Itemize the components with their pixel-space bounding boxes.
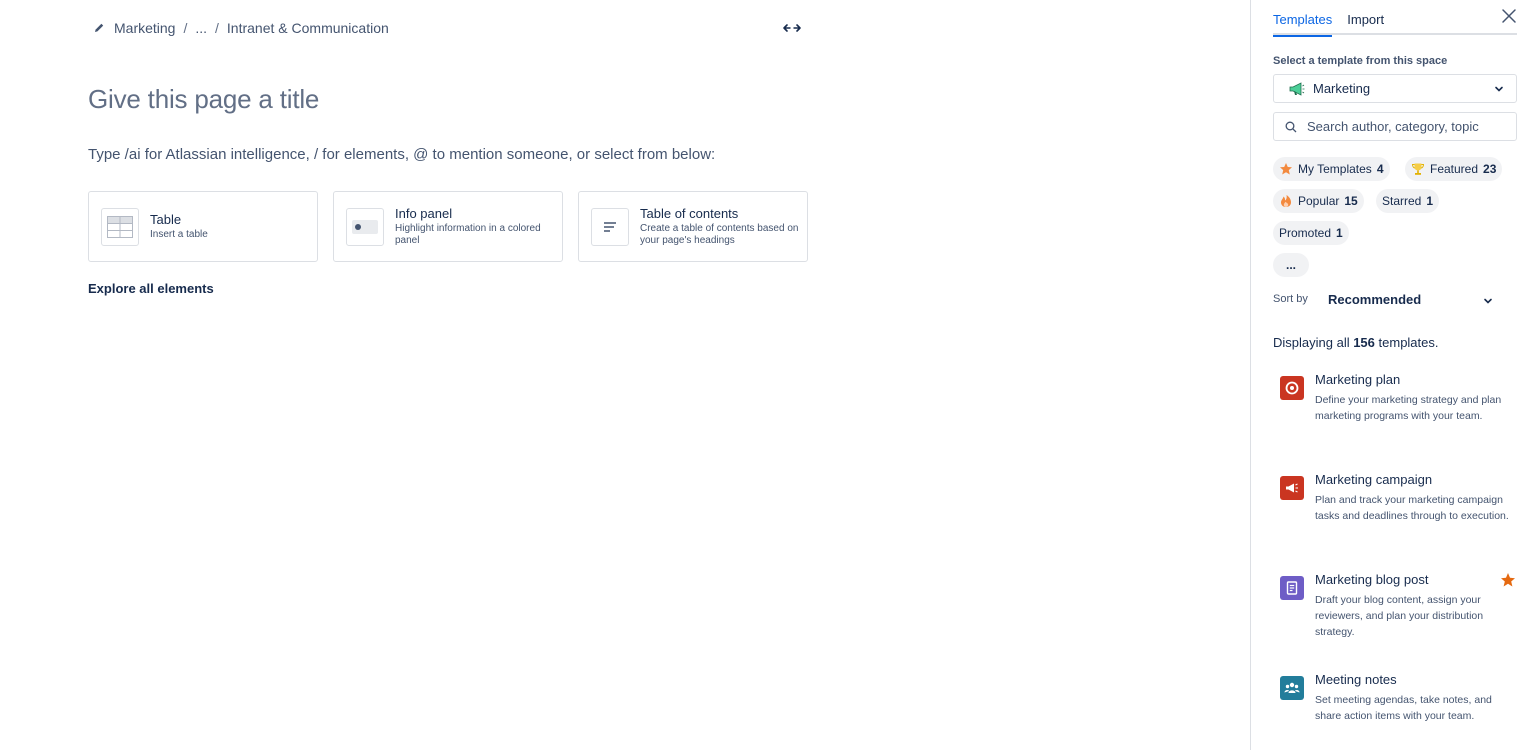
card-description: Insert a table [150, 229, 208, 240]
card-description: Highlight information in a colored panel [395, 223, 541, 246]
display-count-prefix: Displaying all [1273, 335, 1354, 350]
filter-starred[interactable]: Starred 1 [1376, 189, 1440, 213]
templates-panel: Templates Import Select a template from … [1250, 0, 1536, 750]
filter-my-templates[interactable]: My Templates 4 [1273, 157, 1390, 181]
template-item-marketing-blog-post[interactable]: Marketing blog post Draft your blog cont… [1280, 572, 1515, 652]
template-description: Define your marketing strategy and plan … [1315, 394, 1502, 422]
breadcrumb-item-ellipsis[interactable]: ... [195, 20, 207, 36]
panel-tabs: Templates Import [1273, 0, 1517, 37]
megaphone-icon [1280, 476, 1304, 500]
table-of-contents-card[interactable]: Table of contents Create a table of cont… [578, 191, 808, 262]
explore-all-elements-link[interactable]: Explore all elements [88, 281, 214, 296]
filter-featured[interactable]: Featured 23 [1405, 157, 1503, 181]
template-item-marketing-campaign[interactable]: Marketing campaign Plan and track your m… [1280, 472, 1510, 552]
star-icon [1280, 163, 1292, 175]
tab-import[interactable]: Import [1347, 0, 1384, 35]
template-name: Marketing campaign [1315, 472, 1433, 487]
filter-count: 15 [1344, 194, 1358, 208]
target-icon [1280, 376, 1304, 400]
more-filters-button[interactable]: ... [1273, 253, 1309, 277]
chevron-down-icon [1495, 86, 1503, 92]
element-cards: Table Insert a table Info panel Highligh… [88, 191, 808, 262]
filter-label: Starred [1382, 194, 1422, 208]
search-icon [1285, 121, 1297, 132]
template-name: Marketing blog post [1315, 572, 1429, 587]
editor-area: Marketing / ... / Intranet & Communicati… [0, 0, 1250, 750]
star-icon[interactable] [1500, 572, 1516, 588]
megaphone-icon [1289, 81, 1305, 96]
display-count-suffix: templates. [1374, 335, 1439, 350]
template-name: Marketing plan [1315, 372, 1401, 387]
space-select-value: Marketing [1313, 81, 1371, 96]
filter-label: Featured [1430, 162, 1479, 176]
people-icon [1280, 676, 1304, 700]
display-count: Displaying all 156 templates. [1273, 335, 1439, 350]
space-select[interactable]: Marketing [1273, 74, 1517, 103]
chevron-down-icon[interactable] [1483, 296, 1493, 306]
breadcrumb-item-intranet[interactable]: Intranet & Communication [227, 20, 389, 36]
filter-label: Promoted [1279, 226, 1332, 240]
filter-count: 1 [1336, 226, 1343, 240]
sort-label: Sort by [1273, 293, 1308, 305]
filter-count: 23 [1483, 162, 1497, 176]
close-icon[interactable] [1501, 8, 1517, 24]
template-description: Set meeting agendas, take notes, and sha… [1315, 694, 1492, 722]
template-name: Meeting notes [1315, 672, 1397, 687]
filter-label: Popular [1298, 194, 1340, 208]
table-card[interactable]: Table Insert a table [88, 191, 318, 262]
sort-select[interactable]: Recommended [1328, 292, 1421, 307]
info-panel-icon [346, 207, 384, 246]
template-description: Plan and track your marketing campaign t… [1315, 494, 1509, 522]
tab-templates[interactable]: Templates [1273, 0, 1333, 37]
document-icon [1280, 576, 1304, 600]
pencil-icon [95, 23, 104, 32]
template-item-marketing-plan[interactable]: Marketing plan Define your marketing str… [1280, 372, 1510, 452]
search-input[interactable] [1307, 119, 1507, 134]
filter-count: 1 [1426, 194, 1434, 208]
filter-label: My Templates [1298, 162, 1372, 176]
table-icon [101, 207, 139, 246]
card-description: Create a table of contents based on your… [640, 223, 799, 246]
expand-width-icon[interactable] [781, 19, 803, 37]
card-title: Table [150, 212, 182, 227]
filter-popular[interactable]: Popular 15 [1273, 189, 1364, 213]
card-title: Info panel [395, 206, 453, 221]
template-item-meeting-notes[interactable]: Meeting notes Set meeting agendas, take … [1280, 672, 1510, 750]
editor-hint[interactable]: Type /ai for Atlassian intelligence, / f… [88, 146, 715, 163]
breadcrumb: Marketing / ... / Intranet & Communicati… [93, 20, 389, 36]
table-of-contents-icon [591, 207, 629, 246]
breadcrumb-item-marketing[interactable]: Marketing [114, 20, 175, 36]
template-search[interactable] [1273, 112, 1517, 141]
breadcrumb-separator: / [215, 20, 219, 36]
breadcrumb-separator: / [183, 20, 188, 36]
display-count-number: 156 [1353, 335, 1375, 350]
info-panel-card[interactable]: Info panel Highlight information in a co… [333, 191, 563, 262]
page-title-input[interactable]: Give this page a title [88, 84, 319, 115]
filter-promoted[interactable]: Promoted 1 [1273, 221, 1349, 245]
card-title: Table of contents [640, 206, 739, 221]
fire-icon [1281, 195, 1291, 207]
trophy-icon [1411, 163, 1425, 175]
filter-count: 4 [1376, 162, 1384, 176]
template-description: Draft your blog content, assign your rev… [1315, 594, 1484, 638]
select-template-label: Select a template from this space [1273, 55, 1448, 67]
